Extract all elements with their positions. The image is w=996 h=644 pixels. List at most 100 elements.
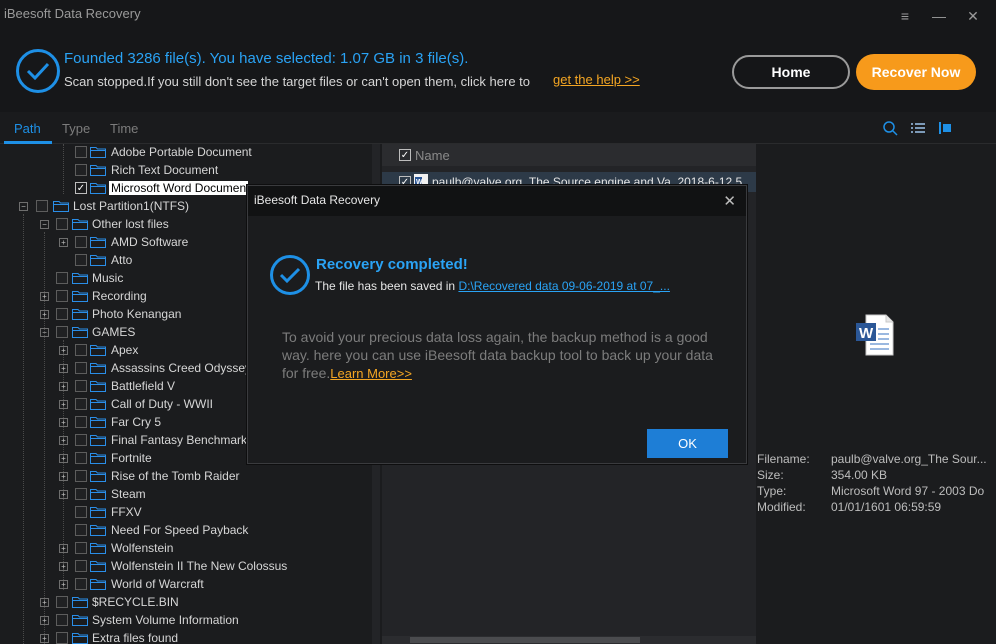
- folder-icon: [90, 399, 106, 410]
- close-icon[interactable]: ✕: [956, 4, 990, 28]
- tree-item-checkbox[interactable]: [75, 470, 87, 482]
- expand-toggle-icon[interactable]: +: [59, 400, 68, 409]
- select-all-checkbox[interactable]: ✓: [399, 149, 411, 161]
- expand-toggle-icon[interactable]: +: [40, 616, 49, 625]
- tree-item-label: Microsoft Word Documen: [109, 181, 249, 195]
- tree-item-checkbox[interactable]: [75, 542, 87, 554]
- tree-item-checkbox[interactable]: [75, 146, 87, 158]
- tree-item-checkbox[interactable]: [75, 236, 87, 248]
- expand-toggle-icon[interactable]: +: [59, 490, 68, 499]
- folder-icon: [90, 579, 106, 590]
- tree-item[interactable]: + $RECYCLE.BIN: [0, 594, 378, 612]
- tree-item-checkbox[interactable]: [75, 524, 87, 536]
- expand-toggle-icon[interactable]: +: [40, 634, 49, 643]
- tree-item[interactable]: + Wolfenstein II The New Colossus: [0, 558, 378, 576]
- app-title: iBeesoft Data Recovery: [4, 6, 141, 21]
- folder-icon: [90, 237, 106, 248]
- expand-toggle-icon[interactable]: +: [59, 346, 68, 355]
- word-document-icon: W: [856, 314, 894, 356]
- home-button[interactable]: Home: [732, 55, 850, 89]
- minimize-icon[interactable]: —: [922, 4, 956, 28]
- tree-item-checkbox[interactable]: [56, 614, 68, 626]
- expand-toggle-icon[interactable]: +: [59, 562, 68, 571]
- expand-toggle-icon[interactable]: −: [19, 202, 28, 211]
- expand-toggle-icon[interactable]: +: [59, 382, 68, 391]
- expand-toggle-icon[interactable]: +: [40, 310, 49, 319]
- tree-item-checkbox[interactable]: [75, 506, 87, 518]
- tree-item[interactable]: Need For Speed Payback: [0, 522, 378, 540]
- tree-item-checkbox[interactable]: [75, 380, 87, 392]
- preview-pane: [756, 144, 996, 644]
- saved-path-link[interactable]: D:\Recovered data 09-06-2019 at 07_...: [458, 279, 669, 293]
- tree-item-checkbox[interactable]: [36, 200, 48, 212]
- tree-item-checkbox[interactable]: [56, 632, 68, 644]
- tree-item-label: $RECYCLE.BIN: [92, 595, 179, 609]
- tree-item-checkbox[interactable]: [75, 560, 87, 572]
- expand-toggle-icon[interactable]: +: [59, 580, 68, 589]
- tree-item-checkbox[interactable]: [75, 254, 87, 266]
- tree-item-checkbox[interactable]: [56, 272, 68, 284]
- tree-item-checkbox[interactable]: [75, 452, 87, 464]
- expand-toggle-icon[interactable]: +: [59, 472, 68, 481]
- expand-toggle-icon[interactable]: −: [40, 220, 49, 229]
- tree-item-checkbox[interactable]: [75, 416, 87, 428]
- view-tabs: Path Type Time: [0, 112, 996, 144]
- search-icon[interactable]: [882, 120, 898, 136]
- expand-toggle-icon[interactable]: −: [40, 328, 49, 337]
- check-circle-icon: [16, 49, 60, 93]
- tree-item[interactable]: + Steam: [0, 486, 378, 504]
- tree-item-checkbox[interactable]: [75, 578, 87, 590]
- tree-item[interactable]: Adobe Portable Document: [0, 144, 378, 162]
- expand-toggle-icon[interactable]: +: [59, 364, 68, 373]
- preview-filename-label: Filename:: [757, 452, 810, 466]
- tree-item-checkbox[interactable]: [56, 308, 68, 320]
- expand-toggle-icon[interactable]: +: [59, 238, 68, 247]
- tree-item[interactable]: + Rise of the Tomb Raider: [0, 468, 378, 486]
- preview-type-label: Type:: [757, 484, 787, 498]
- get-help-link[interactable]: get the help >>: [553, 72, 640, 87]
- tree-item-checkbox[interactable]: [75, 398, 87, 410]
- tree-item-checkbox[interactable]: ✓: [75, 182, 87, 194]
- tree-item-checkbox[interactable]: [56, 596, 68, 608]
- tree-item[interactable]: + Extra files found: [0, 630, 378, 644]
- folder-icon: [90, 561, 106, 572]
- backup-promo-text: To avoid your precious data loss again, …: [282, 328, 722, 383]
- file-list-hscroll-thumb[interactable]: [410, 637, 640, 643]
- tree-item[interactable]: Rich Text Document: [0, 162, 378, 180]
- tree-item-checkbox[interactable]: [75, 362, 87, 374]
- ok-button[interactable]: OK: [647, 429, 728, 458]
- success-check-icon: [270, 255, 310, 295]
- thumbnail-view-icon[interactable]: [938, 120, 954, 136]
- list-view-icon[interactable]: [910, 120, 926, 136]
- tree-item-checkbox[interactable]: [56, 290, 68, 302]
- dialog-close-icon[interactable]: ✕: [723, 192, 736, 210]
- tree-item-checkbox[interactable]: [75, 164, 87, 176]
- tab-time[interactable]: Time: [110, 121, 138, 136]
- tree-item-checkbox[interactable]: [56, 218, 68, 230]
- tree-item[interactable]: + Wolfenstein: [0, 540, 378, 558]
- expand-toggle-icon[interactable]: +: [59, 418, 68, 427]
- tree-item-checkbox[interactable]: [75, 488, 87, 500]
- tree-item[interactable]: + System Volume Information: [0, 612, 378, 630]
- tree-item[interactable]: FFXV: [0, 504, 378, 522]
- tree-item-label: Adobe Portable Document: [111, 145, 252, 159]
- tab-path[interactable]: Path: [14, 121, 41, 136]
- expand-toggle-icon[interactable]: +: [40, 292, 49, 301]
- tree-item-checkbox[interactable]: [56, 326, 68, 338]
- expand-toggle-icon[interactable]: +: [40, 598, 49, 607]
- recover-now-button[interactable]: Recover Now: [856, 54, 976, 90]
- tree-item[interactable]: + World of Warcraft: [0, 576, 378, 594]
- app-window: iBeesoft Data Recovery ≡ — ✕ Founded 328…: [0, 0, 996, 644]
- expand-toggle-icon[interactable]: +: [59, 544, 68, 553]
- scan-result-banner: Founded 3286 file(s). You have selected:…: [0, 34, 996, 112]
- menu-icon[interactable]: ≡: [888, 4, 922, 28]
- tree-item-checkbox[interactable]: [75, 434, 87, 446]
- tab-type[interactable]: Type: [62, 121, 90, 136]
- learn-more-link[interactable]: Learn More>>: [330, 366, 412, 381]
- tree-item-label: Wolfenstein: [111, 541, 174, 555]
- expand-toggle-icon[interactable]: +: [59, 454, 68, 463]
- expand-toggle-icon[interactable]: +: [59, 436, 68, 445]
- name-column-header[interactable]: Name: [415, 148, 450, 163]
- tree-item-label: Apex: [111, 343, 139, 357]
- tree-item-checkbox[interactable]: [75, 344, 87, 356]
